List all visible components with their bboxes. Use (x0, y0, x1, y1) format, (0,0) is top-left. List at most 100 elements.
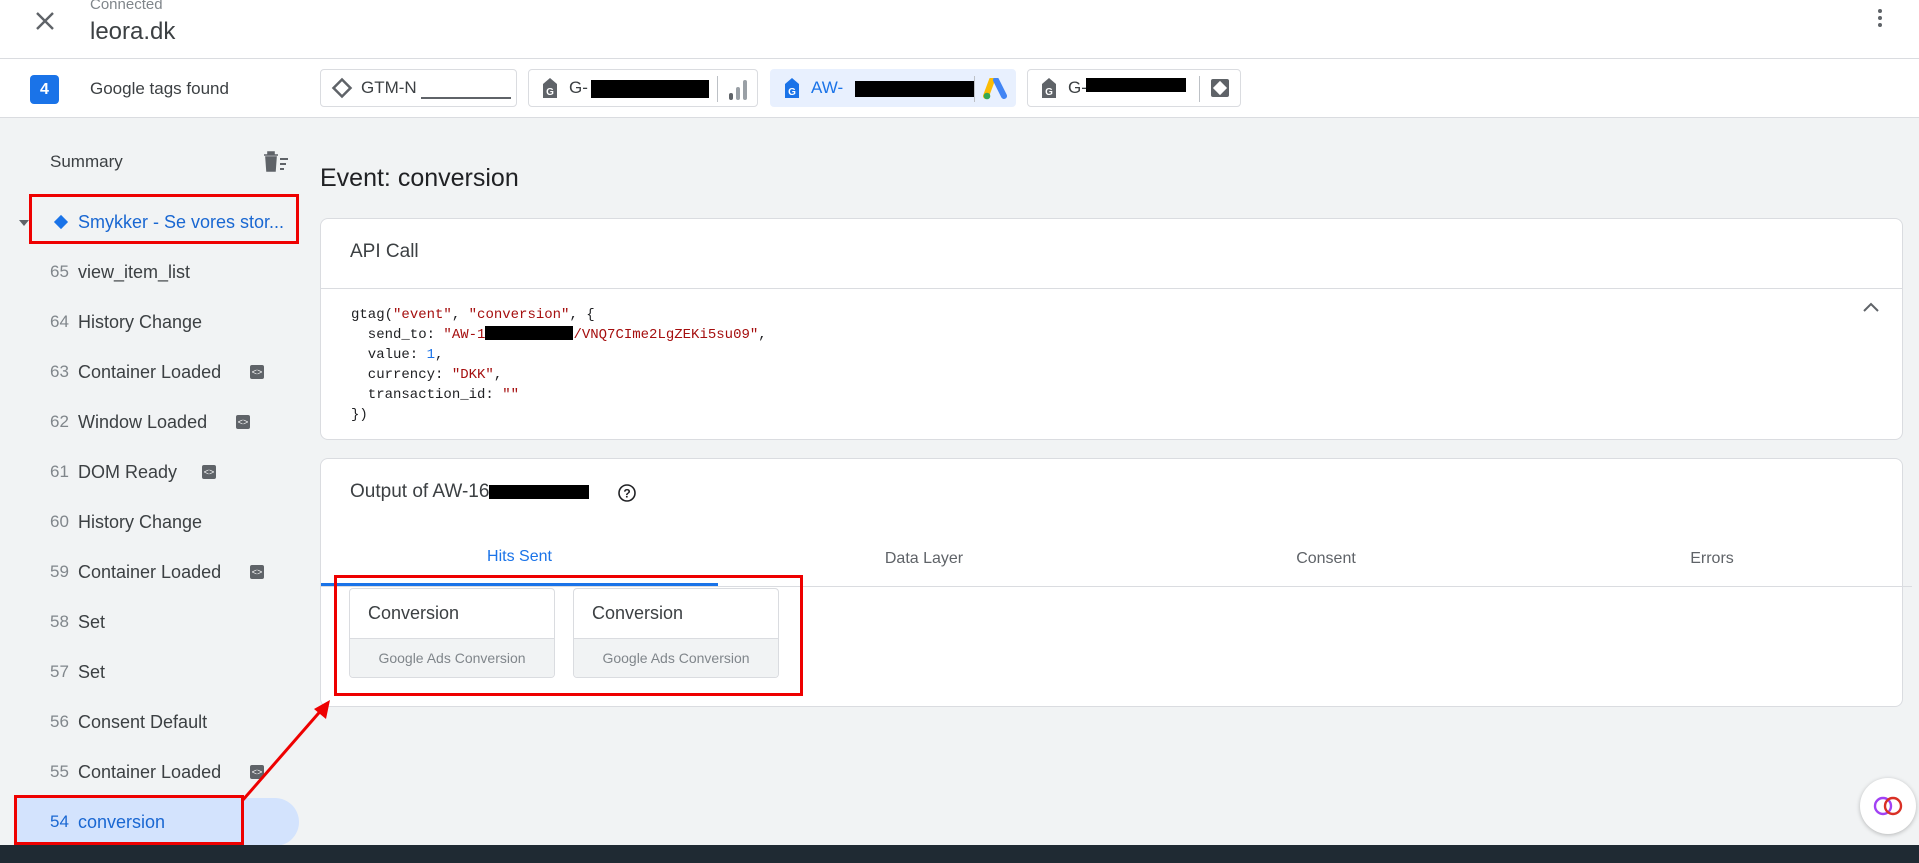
tag-chip-label: GTM-N (361, 78, 417, 97)
event-row[interactable]: 64 History Change (14, 298, 299, 346)
event-number: 62 (50, 412, 69, 431)
event-number: 61 (50, 462, 69, 481)
event-label: History Change (78, 511, 203, 532)
hit-type: Google Ads Conversion (350, 638, 554, 677)
output-tabs: Hits Sent Data Layer Consent Errors (321, 531, 1912, 587)
redacted-id (1086, 78, 1186, 92)
hit-type: Google Ads Conversion (574, 638, 778, 677)
event-row[interactable]: 54 conversion (14, 798, 299, 846)
event-label: Window Loaded (78, 411, 208, 432)
svg-text:?: ? (623, 487, 630, 501)
event-number: 63 (50, 362, 69, 381)
event-number: 57 (50, 662, 69, 681)
code-badge-icon: <> (236, 415, 250, 429)
assistant-fab[interactable] (1860, 778, 1916, 834)
tag-count-badge: 4 (30, 75, 59, 104)
chip-separator (1199, 76, 1200, 102)
redacted-id (855, 81, 975, 97)
help-icon[interactable]: ? (617, 483, 637, 503)
brain-icon (1873, 796, 1903, 816)
annotation-arrow (240, 700, 330, 802)
event-label: Set (78, 611, 106, 632)
hit-title: Conversion (368, 603, 460, 623)
svg-text:G: G (1045, 87, 1053, 98)
tab-data-layer[interactable]: Data Layer (718, 531, 1130, 586)
event-label: Container Loaded (78, 761, 222, 782)
event-label: Container Loaded (78, 561, 222, 582)
tag-chip-google-ads[interactable]: G AW- (770, 69, 1016, 107)
api-call-title: API Call (350, 241, 419, 262)
tags-found-label: Google tags found (90, 79, 229, 98)
analytics-icon (727, 77, 749, 106)
event-number: 60 (50, 512, 69, 531)
google-tag-icon: G (539, 77, 561, 99)
event-label: DOM Ready (78, 461, 178, 482)
site-domain: leora.dk (90, 18, 176, 45)
caret-down-icon[interactable] (18, 219, 30, 227)
event-row[interactable]: 58 Set (14, 598, 299, 646)
tag-chip-gtm[interactable]: GTM-N (320, 69, 517, 107)
tag-chip-ga4-2[interactable]: G G- (1027, 69, 1241, 107)
event-title: Event: conversion (320, 164, 519, 192)
event-number: 55 (50, 762, 69, 781)
page-title: Smykker - Se vores stor... (78, 211, 285, 232)
redacted-id (489, 485, 590, 499)
hit-title: Conversion (592, 603, 684, 623)
redacted-id (591, 80, 709, 98)
event-row[interactable]: 57 Set (14, 648, 299, 696)
redacted-id (421, 83, 511, 99)
svg-text:G: G (546, 87, 554, 98)
event-label: Consent Default (78, 711, 208, 732)
svg-text:G: G (788, 87, 796, 98)
redacted-id (485, 326, 574, 340)
clear-messages-icon[interactable] (262, 150, 290, 174)
event-row[interactable]: 63 Container Loaded <> (14, 348, 299, 396)
event-number: 65 (50, 262, 69, 281)
tag-chip-label: AW- (811, 78, 844, 97)
event-label: Set (78, 661, 106, 682)
event-row[interactable]: 60 History Change (14, 498, 299, 546)
event-label: view_item_list (78, 261, 191, 282)
event-number: 54 (50, 812, 69, 831)
google-tag-icon: G (781, 77, 803, 99)
code-badge-icon: <> (250, 365, 264, 379)
connection-status: Connected (90, 0, 163, 13)
top-bar: Connected leora.dk (0, 0, 1919, 59)
hit-card[interactable]: Conversion Google Ads Conversion (349, 588, 555, 678)
tag-chip-label: G- (1068, 78, 1087, 97)
tab-consent[interactable]: Consent (1130, 531, 1522, 586)
api-call-code: gtag("event", "conversion", { send_to: "… (351, 307, 767, 423)
summary-link[interactable]: Summary (50, 152, 123, 172)
chip-separator (974, 76, 975, 102)
page-diamond-icon (53, 214, 69, 230)
api-call-card: API Call gtag("event", "conversion", { s… (320, 218, 1903, 440)
close-icon[interactable] (30, 6, 60, 36)
event-row[interactable]: 59 Container Loaded <> (14, 548, 299, 596)
event-row[interactable]: 65 view_item_list (14, 248, 299, 296)
collapse-chevron-icon[interactable] (1862, 301, 1880, 313)
tag-chip-label: G- (569, 78, 588, 97)
event-row[interactable]: 62 Window Loaded <> (14, 398, 299, 446)
event-number: 59 (50, 562, 69, 581)
page-node[interactable]: Smykker - Se vores stor... (14, 198, 299, 246)
google-tag-icon: G (1038, 77, 1060, 99)
gtm-diamond-icon (331, 77, 353, 99)
tag-chip-ga4[interactable]: G G- (528, 69, 758, 107)
tag-manager-icon (1209, 77, 1231, 104)
event-number: 56 (50, 712, 69, 731)
event-number: 64 (50, 312, 69, 331)
code-badge-icon: <> (250, 565, 264, 579)
event-label: History Change (78, 311, 203, 332)
more-options-icon[interactable] (1872, 6, 1888, 32)
tags-bar: 4 Google tags found GTM-N G G- G AW- G G… (0, 59, 1919, 118)
hit-card[interactable]: Conversion Google Ads Conversion (573, 588, 779, 678)
event-label: Container Loaded (78, 361, 222, 382)
output-card: Output of AW-16 ? Hits Sent Data Layer C… (320, 458, 1912, 707)
tab-hits-sent[interactable]: Hits Sent (321, 531, 718, 586)
card-divider (321, 288, 1902, 289)
tab-errors[interactable]: Errors (1522, 531, 1902, 586)
event-row[interactable]: 61 DOM Ready <> (14, 448, 299, 496)
code-badge-icon: <> (202, 465, 216, 479)
event-label: conversion (78, 811, 166, 832)
os-taskbar (0, 845, 1919, 863)
